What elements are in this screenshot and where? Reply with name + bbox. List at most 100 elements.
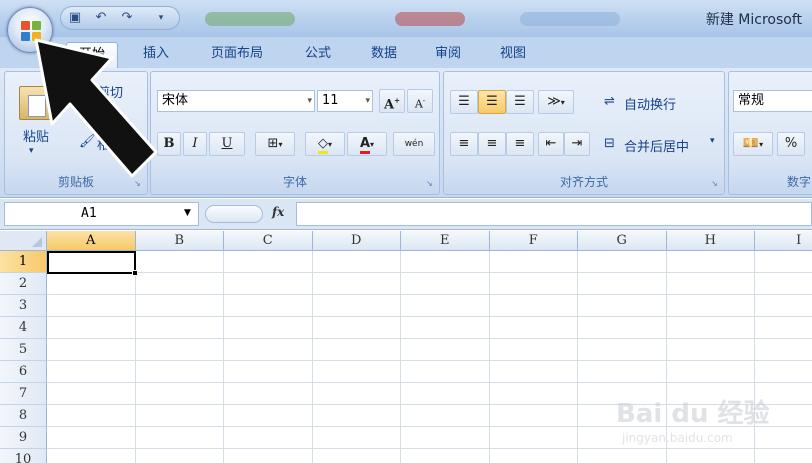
tab-page-layout[interactable]: 页面布局 [196, 42, 278, 68]
currency-icon: 💴 [742, 136, 760, 151]
column-header-h[interactable]: H [666, 231, 755, 251]
percent-button[interactable]: % [777, 132, 805, 156]
chevron-down-icon: ▾ [365, 96, 370, 106]
office-button[interactable] [7, 7, 53, 53]
align-bottom-button[interactable]: ☰ [506, 90, 534, 114]
column-header-b[interactable]: B [135, 231, 224, 251]
row-gridline [47, 294, 812, 295]
shrink-font-button[interactable]: A- [407, 89, 433, 113]
paste-icon[interactable] [19, 86, 51, 120]
blurred-region [395, 12, 465, 26]
watermark: Bai du 经验 jingyan.baidu.com [616, 393, 776, 455]
office-logo-icon [21, 21, 41, 41]
row-header-3[interactable]: 3 [0, 295, 47, 317]
blurred-region [520, 12, 620, 26]
quick-access-toolbar: ▣ ↶ ↷ ▾ [60, 6, 180, 30]
number-format-value: 常规 [738, 93, 765, 108]
borders-button[interactable]: ⊞▾ [255, 132, 295, 156]
excel-window: { "window": { "title": "新建 Microsoft" },… [0, 0, 812, 463]
row-header-8[interactable]: 8 [0, 405, 47, 427]
paste-button[interactable]: 粘贴 [23, 126, 49, 145]
clipboard-group: 粘贴 ▾ 剪切 复制 🖌 格式刷 剪贴板 ↘ [4, 71, 148, 195]
row-gridline [47, 338, 812, 339]
tab-review[interactable]: 审阅 [420, 42, 476, 68]
row-header-1[interactable]: 1 [0, 251, 47, 273]
align-right-icon: ≡ [514, 136, 526, 151]
align-right-button[interactable]: ≡ [506, 132, 534, 156]
clipboard-group-label: 剪贴板 [57, 175, 94, 189]
font-color-icon: A [359, 136, 371, 154]
font-size-value: 11 [322, 93, 339, 108]
grow-font-button[interactable]: A+ [379, 89, 405, 113]
orientation-icon: ≫ [547, 94, 561, 109]
bold-button[interactable]: B [157, 132, 181, 156]
redo-icon[interactable]: ↷ [119, 10, 135, 26]
font-size-combo[interactable]: 11 ▾ [317, 90, 373, 112]
chevron-down-icon[interactable]: ▾ [710, 136, 715, 146]
formula-input[interactable] [296, 202, 812, 226]
column-header-f[interactable]: F [489, 231, 578, 251]
orientation-button[interactable]: ≫▾ [538, 90, 574, 114]
tab-data[interactable]: 数据 [356, 42, 412, 68]
tab-home[interactable]: 开始 [66, 42, 118, 68]
column-header-c[interactable]: C [224, 231, 313, 251]
font-launcher-icon[interactable]: ↘ [426, 179, 435, 188]
decrease-indent-button[interactable]: ⇤ [538, 132, 564, 156]
align-left-button[interactable]: ≡ [450, 132, 478, 156]
column-header-i[interactable]: I [755, 231, 812, 251]
align-top-button[interactable]: ☰ [450, 90, 478, 114]
font-color-button[interactable]: A▾ [347, 132, 387, 156]
chevron-down-icon[interactable]: ▼ [184, 208, 191, 218]
font-name-combo[interactable]: 宋体 ▾ [157, 90, 315, 112]
customize-toolbar-icon[interactable]: ▾ [153, 10, 169, 26]
column-header-a[interactable]: A [47, 231, 136, 251]
accounting-format-button[interactable]: 💴▾ [733, 132, 773, 156]
row-gridline [47, 382, 812, 383]
tab-view[interactable]: 视图 [485, 42, 541, 68]
select-all-button[interactable] [0, 231, 47, 251]
increase-indent-button[interactable]: ⇥ [564, 132, 590, 156]
number-format-combo[interactable]: 常规 [733, 90, 812, 112]
fill-handle[interactable] [132, 270, 138, 276]
column-header-e[interactable]: E [401, 231, 490, 251]
column-header-g[interactable]: G [578, 231, 667, 251]
watermark-text: Bai du 经验 [616, 399, 770, 429]
insert-function-icon[interactable]: fx [272, 205, 284, 219]
fill-color-button[interactable]: ◇▾ [305, 132, 345, 156]
paste-dropdown-icon[interactable]: ▾ [29, 146, 34, 156]
paintbrush-icon: 🖌 [79, 134, 96, 149]
row-header-6[interactable]: 6 [0, 361, 47, 383]
cut-button[interactable]: 剪切 [97, 82, 123, 101]
save-icon[interactable]: ▣ [67, 10, 83, 26]
underline-button[interactable]: U [209, 132, 245, 156]
format-painter-button[interactable]: 格式刷 [97, 134, 136, 153]
align-middle-button[interactable]: ☰ [478, 90, 506, 114]
phonetic-guide-button[interactable]: wén [393, 132, 435, 156]
wrap-text-button[interactable]: 自动换行 [624, 94, 676, 113]
active-cell[interactable] [47, 251, 136, 274]
row-header-9[interactable]: 9 [0, 427, 47, 449]
font-group-label: 字体 [282, 175, 307, 189]
row-header-4[interactable]: 4 [0, 317, 47, 339]
undo-icon[interactable]: ↶ [93, 10, 109, 26]
merge-center-button[interactable]: 合并后居中 [624, 136, 689, 155]
formula-bar-toggle[interactable] [205, 205, 263, 223]
alignment-launcher-icon[interactable]: ↘ [711, 179, 720, 188]
column-gridline [577, 251, 578, 463]
italic-button[interactable]: I [183, 132, 207, 156]
row-header-5[interactable]: 5 [0, 339, 47, 361]
row-header-2[interactable]: 2 [0, 273, 47, 295]
row-header-10[interactable]: 10 [0, 449, 47, 463]
tab-insert[interactable]: 插入 [128, 42, 184, 68]
watermark-sub: jingyan.baidu.com [622, 431, 733, 445]
clipboard-launcher-icon[interactable]: ↘ [134, 179, 143, 188]
copy-button[interactable]: 复制 [97, 108, 123, 127]
align-center-button[interactable]: ≡ [478, 132, 506, 156]
merge-center-icon: ⊟ [604, 136, 615, 151]
align-top-icon: ☰ [458, 94, 470, 109]
tab-formulas[interactable]: 公式 [290, 42, 346, 68]
column-header-d[interactable]: D [312, 231, 401, 251]
name-box[interactable]: A1 [4, 202, 199, 226]
row-header-7[interactable]: 7 [0, 383, 47, 405]
row-gridline [47, 316, 812, 317]
